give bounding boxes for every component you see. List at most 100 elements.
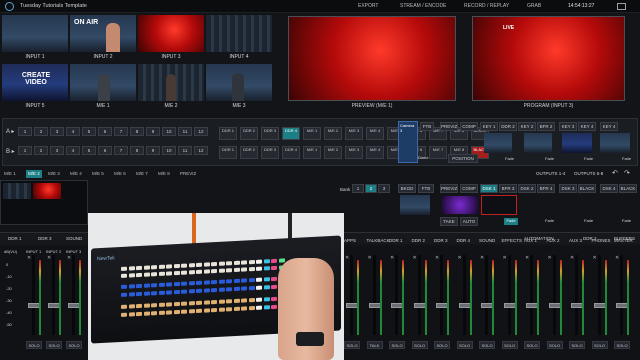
switcher-b-button-5[interactable]: 5 — [82, 146, 96, 155]
position-button[interactable]: POSITION — [448, 154, 478, 163]
switcher-b-button-7[interactable]: 7 — [114, 146, 128, 155]
key-2-button[interactable]: KEY 2 — [518, 122, 536, 131]
switcher-a-button-3[interactable]: 3 — [50, 127, 64, 136]
tab-m-e-4[interactable]: M/E 4 — [70, 170, 82, 178]
tab-m-e-6[interactable]: M/E 6 — [114, 170, 126, 178]
input-3-strip-mute-icon[interactable]: ✕ — [67, 255, 71, 261]
key-2-fade[interactable]: Fade — [545, 156, 554, 161]
aux-3-strip-solo-button[interactable]: SOLO — [569, 341, 585, 349]
ddr-4-strip-mute-icon[interactable]: ✕ — [458, 255, 462, 261]
dsk-2-fade[interactable]: Fade — [545, 218, 554, 223]
input-1-strip-solo-button[interactable]: SOLO — [26, 341, 42, 349]
ddr-3-strip-mute-icon[interactable]: ✕ — [435, 255, 439, 261]
tab-m-e-1[interactable]: M/E 1 — [4, 170, 16, 178]
input-2-strip-solo-button[interactable]: SOLO — [46, 341, 62, 349]
switcher-a-button-6[interactable]: 6 — [98, 127, 112, 136]
switcher-b-button-8[interactable]: 8 — [130, 146, 144, 155]
switcher-b-button-20[interactable]: M/E 4 — [366, 146, 384, 159]
dsk-1-button[interactable]: DSK 1 — [480, 184, 498, 193]
switcher-a-button-8[interactable]: 8 — [130, 127, 144, 136]
switcher-b-button-3[interactable]: 3 — [50, 146, 64, 155]
apps-strip-mute-icon[interactable]: ✕ — [345, 255, 349, 261]
master-strip-mute-icon[interactable]: ✕ — [615, 255, 619, 261]
dsk-1-fade[interactable]: Fade — [504, 218, 518, 225]
record-replay-menu[interactable]: RECORD / REPLAY — [464, 3, 509, 9]
aux-2-strip-mute-icon[interactable]: ✕ — [548, 255, 552, 261]
dsk-2-button[interactable]: DSK 2 — [518, 184, 536, 193]
effects-strip-solo-button[interactable]: SOLO — [501, 341, 518, 349]
tab-m-e-7[interactable]: M/E 7 — [136, 170, 148, 178]
switcher-b-button-6[interactable]: 6 — [98, 146, 112, 155]
ddr-1-strip-solo-button[interactable]: SOLO — [389, 341, 405, 349]
key-extra-button[interactable]: KEY 4 — [600, 122, 618, 131]
bank-1-button[interactable]: 1 — [352, 184, 364, 193]
ddr-2-button[interactable]: DDR 2 — [499, 122, 517, 131]
tab-m-e-8[interactable]: M/E 8 — [158, 170, 170, 178]
aux-2-strip-solo-button[interactable]: SOLO — [546, 341, 563, 349]
bank-2-button[interactable]: 2 — [365, 184, 377, 193]
switcher-b-button-9[interactable]: 9 — [146, 146, 160, 155]
switcher-a-button-18[interactable]: M/E 2 — [324, 127, 342, 140]
switcher-b-button-10[interactable]: 10 — [162, 146, 176, 155]
tab-m-e-3[interactable]: M/E 3 — [48, 170, 60, 178]
master-strip-solo-button[interactable]: SOLO — [614, 341, 630, 349]
switcher-a-button-9[interactable]: 9 — [146, 127, 160, 136]
input-1-strip-mute-icon[interactable]: ✕ — [27, 255, 31, 261]
aux-3-strip-mute-icon[interactable]: ✕ — [570, 255, 574, 261]
switcher-a-button-4[interactable]: 4 — [66, 127, 80, 136]
me2-comp-button[interactable]: COMP — [460, 184, 478, 193]
aux-1-strip-mute-icon[interactable]: ✕ — [525, 255, 529, 261]
input-1-thumb[interactable] — [2, 15, 68, 52]
switcher-b-button-23[interactable]: M/E 7 — [429, 146, 447, 159]
auto-button[interactable]: AUTO — [460, 217, 478, 226]
switcher-a-button-5[interactable]: 5 — [82, 127, 96, 136]
switcher-b-button-16[interactable]: DDR 4 — [282, 146, 300, 159]
outputs-5-8-tab[interactable]: OUTPUTS 5-8 — [574, 171, 603, 176]
redo-icon[interactable]: ↷ — [624, 169, 630, 177]
dsk-3-button[interactable]: DSK 3 — [559, 184, 577, 193]
switcher-b-button-17[interactable]: M/E 1 — [303, 146, 321, 159]
bank-3-button[interactable]: 3 — [378, 184, 390, 193]
switcher-a-button-7[interactable]: 7 — [114, 127, 128, 136]
me-1-thumb[interactable] — [70, 64, 136, 101]
key-3-button[interactable]: KEY 3 — [559, 122, 577, 131]
tab-m-e-5[interactable]: M/E 5 — [92, 170, 104, 178]
input-3-strip-solo-button[interactable]: SOLO — [66, 341, 82, 349]
bkgd-button[interactable]: BKGD — [398, 184, 416, 193]
sound-strip-mute-icon[interactable]: ✕ — [480, 255, 484, 261]
switcher-b-button-14[interactable]: DDR 2 — [240, 146, 258, 159]
switcher-b-button-12[interactable]: 12 — [194, 146, 208, 155]
ddr-2-strip-mute-icon[interactable]: ✕ — [413, 255, 417, 261]
key-1-button[interactable]: KEY 1 — [480, 122, 498, 131]
switcher-b-button-1[interactable]: 1 — [18, 146, 32, 155]
aux-1-strip-solo-button[interactable]: SOLO — [524, 341, 540, 349]
switcher-a-button-20[interactable]: M/E 4 — [366, 127, 384, 140]
switcher-a-button-19[interactable]: M/E 3 — [345, 127, 363, 140]
switcher-a-button-13[interactable]: DDR 1 — [219, 127, 237, 140]
switcher-b-button-2[interactable]: 2 — [34, 146, 48, 155]
key-1-fade[interactable]: Fade — [505, 156, 514, 161]
phones-strip-mute-icon[interactable]: ✕ — [593, 255, 597, 261]
bfr-3-button[interactable]: BFR 3 — [499, 184, 517, 193]
switcher-b-button-15[interactable]: DDR 3 — [261, 146, 279, 159]
switcher-a-button-17[interactable]: M/E 1 — [303, 127, 321, 140]
undo-icon[interactable]: ↶ — [612, 169, 618, 177]
switcher-b-button-13[interactable]: DDR 1 — [219, 146, 237, 159]
ddr-4-strip-solo-button[interactable]: SOLO — [456, 341, 473, 349]
outputs-1-4-tab[interactable]: OUTPUTS 1-4 — [536, 171, 565, 176]
ftb-button[interactable]: FTB — [420, 122, 434, 131]
switcher-a-button-11[interactable]: 11 — [178, 127, 192, 136]
input-3-thumb[interactable] — [138, 15, 204, 52]
input-2-strip-mute-icon[interactable]: ✕ — [47, 255, 51, 261]
export-menu[interactable]: EXPORT — [358, 3, 378, 9]
me-3-thumb[interactable] — [206, 64, 272, 101]
me2-previz-button[interactable]: PREVIZ — [440, 184, 458, 193]
me-2-thumb[interactable] — [138, 64, 204, 101]
input-2-thumb[interactable]: ON AIR — [70, 15, 136, 52]
switcher-b-button-19[interactable]: M/E 3 — [345, 146, 363, 159]
sound-strip-solo-button[interactable]: SOLO — [479, 341, 495, 349]
switcher-a-button-1[interactable]: 1 — [18, 127, 32, 136]
input-4-thumb[interactable] — [206, 15, 272, 52]
bfr-4-button[interactable]: BFR 4 — [537, 184, 555, 193]
key-4-button[interactable]: KEY 4 — [578, 122, 596, 131]
